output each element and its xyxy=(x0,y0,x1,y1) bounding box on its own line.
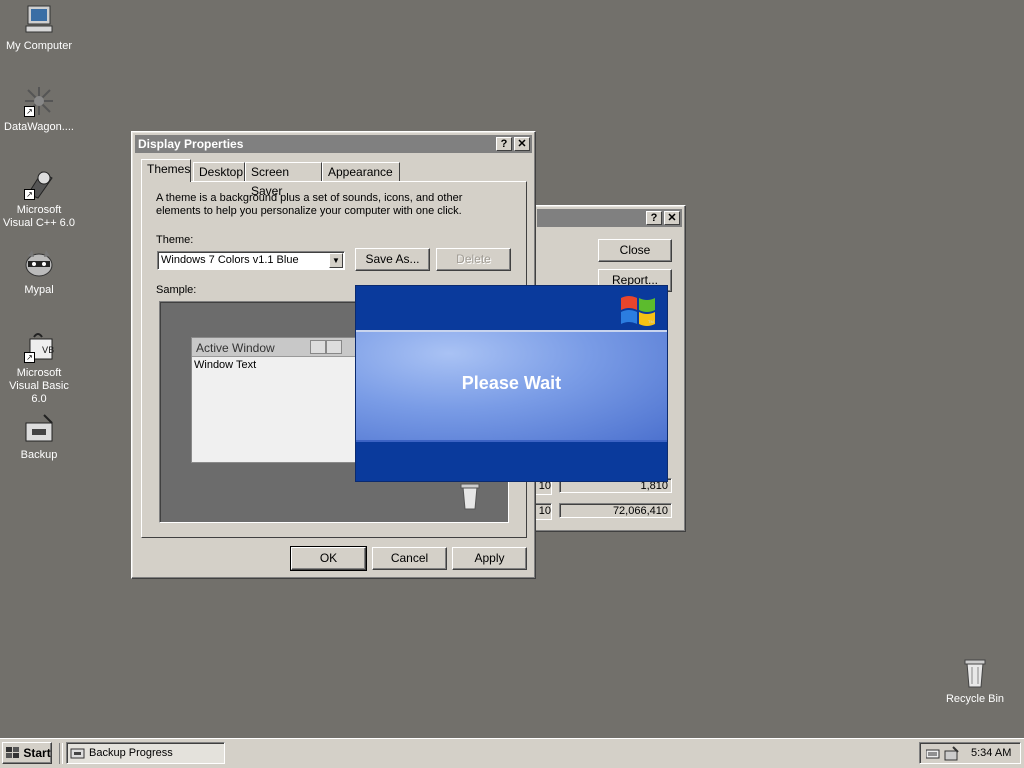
windows-logo-icon xyxy=(6,747,19,758)
maximize-icon xyxy=(326,340,342,354)
desktop-icon-backup[interactable]: Backup xyxy=(1,413,77,462)
theme-label: Theme: xyxy=(156,234,194,246)
please-wait-dialog: TM Please Wait xyxy=(355,285,668,482)
desktop-icon-my-computer[interactable]: My Computer xyxy=(1,4,77,53)
desktop-icon-label: Recycle Bin xyxy=(945,693,1005,705)
desktop-icon-label: My Computer xyxy=(5,40,73,52)
taskbar-task-backup-progress[interactable]: Backup Progress xyxy=(66,742,225,764)
cancel-button[interactable]: Cancel xyxy=(372,547,447,570)
shortcut-arrow-icon: ↗ xyxy=(24,352,35,363)
recycle-bin-icon xyxy=(958,657,992,689)
desktop-icon-recycle-bin[interactable]: Recycle Bin xyxy=(937,657,1013,706)
desktop-icon-label: Backup xyxy=(20,449,58,461)
tab-appearance[interactable]: Appearance xyxy=(322,162,400,182)
close-window-button[interactable]: ✕ xyxy=(514,137,530,151)
recycle-bin-icon xyxy=(458,482,482,515)
desktop-icon-visual-basic[interactable]: VB ↗ Microsoft Visual Basic 6.0 xyxy=(1,331,77,406)
my-computer-icon xyxy=(22,4,56,36)
backup-icon xyxy=(22,413,56,445)
desktop-icon-label: Microsoft Visual C++ 6.0 xyxy=(3,204,75,229)
system-tray: 5:34 AM xyxy=(919,742,1021,764)
shortcut-arrow-icon: ↗ xyxy=(24,189,35,200)
chevron-down-icon[interactable]: ▼ xyxy=(329,253,343,268)
theme-dropdown-value: Windows 7 Colors v1.1 Blue xyxy=(161,254,299,266)
sample-window-title: Active Window xyxy=(196,341,275,355)
tab-desktop[interactable]: Desktop xyxy=(193,162,245,182)
svg-text:VB: VB xyxy=(42,346,54,356)
close-button[interactable]: Close xyxy=(598,239,672,262)
start-button[interactable]: Start xyxy=(2,742,52,764)
mypal-raccoon-icon xyxy=(22,248,56,280)
close-window-button[interactable]: ✕ xyxy=(664,211,680,225)
shortcut-arrow-icon: ↗ xyxy=(24,106,35,117)
backup-window-titlebar: ? ✕ xyxy=(537,209,682,227)
trademark-mark: TM xyxy=(648,319,654,324)
desktop-icon-mypal[interactable]: Mypal xyxy=(1,248,77,297)
display-properties-titlebar: Display Properties ? ✕ xyxy=(135,135,532,153)
please-wait-center-band: Please Wait xyxy=(356,332,667,440)
taskbar: Start Backup Progress 5:34 AM xyxy=(0,738,1024,768)
sample-window-text: Window Text xyxy=(194,359,257,371)
start-label: Start xyxy=(23,746,51,760)
tab-strip: Themes Desktop Screen Saver Appearance xyxy=(141,159,531,198)
tab-themes[interactable]: Themes xyxy=(141,159,191,182)
help-button[interactable]: ? xyxy=(646,211,662,225)
delete-button[interactable]: Delete xyxy=(436,248,511,271)
visual-cpp-icon: ↗ xyxy=(22,168,56,200)
taskbar-task-label: Backup Progress xyxy=(89,747,173,759)
apply-button[interactable]: Apply xyxy=(452,547,527,570)
help-button[interactable]: ? xyxy=(496,137,512,151)
theme-dropdown[interactable]: Windows 7 Colors v1.1 Blue ▼ xyxy=(157,251,345,270)
clock[interactable]: 5:34 AM xyxy=(971,747,1011,759)
sample-label: Sample: xyxy=(156,284,197,296)
stat-cell: 10 xyxy=(534,503,552,520)
sample-window-titlebar: Active Window xyxy=(192,338,362,357)
ok-button[interactable]: OK xyxy=(290,546,367,571)
window-title: Display Properties xyxy=(138,137,244,151)
backup-tray-icon[interactable] xyxy=(944,746,960,765)
desktop-icon-label: DataWagon.... xyxy=(4,121,74,133)
desktop-icon-label: Mypal xyxy=(24,284,54,296)
visual-basic-icon: VB ↗ xyxy=(22,331,56,363)
tab-screen-saver[interactable]: Screen Saver xyxy=(245,162,322,198)
please-wait-bottom-band xyxy=(356,440,667,481)
desktop-icon-label: Microsoft Visual Basic 6.0 xyxy=(9,367,69,405)
please-wait-text: Please Wait xyxy=(461,373,562,393)
desktop-icon-visual-cpp[interactable]: ↗ Microsoft Visual C++ 6.0 xyxy=(1,168,77,230)
sample-active-window: Active Window Window Text xyxy=(191,337,363,463)
minimize-icon xyxy=(310,340,326,354)
datawagon-icon: ↗ xyxy=(22,85,56,117)
stat-cell: 72,066,410 xyxy=(559,503,672,518)
save-as-button[interactable]: Save As... xyxy=(355,248,430,271)
backup-icon xyxy=(70,748,85,759)
desktop-icon-datawagon[interactable]: ↗ DataWagon.... xyxy=(1,85,77,134)
taskbar-divider xyxy=(59,743,63,764)
theme-description: A theme is a background plus a set of so… xyxy=(156,192,463,217)
keyboard-icon[interactable] xyxy=(925,748,940,763)
